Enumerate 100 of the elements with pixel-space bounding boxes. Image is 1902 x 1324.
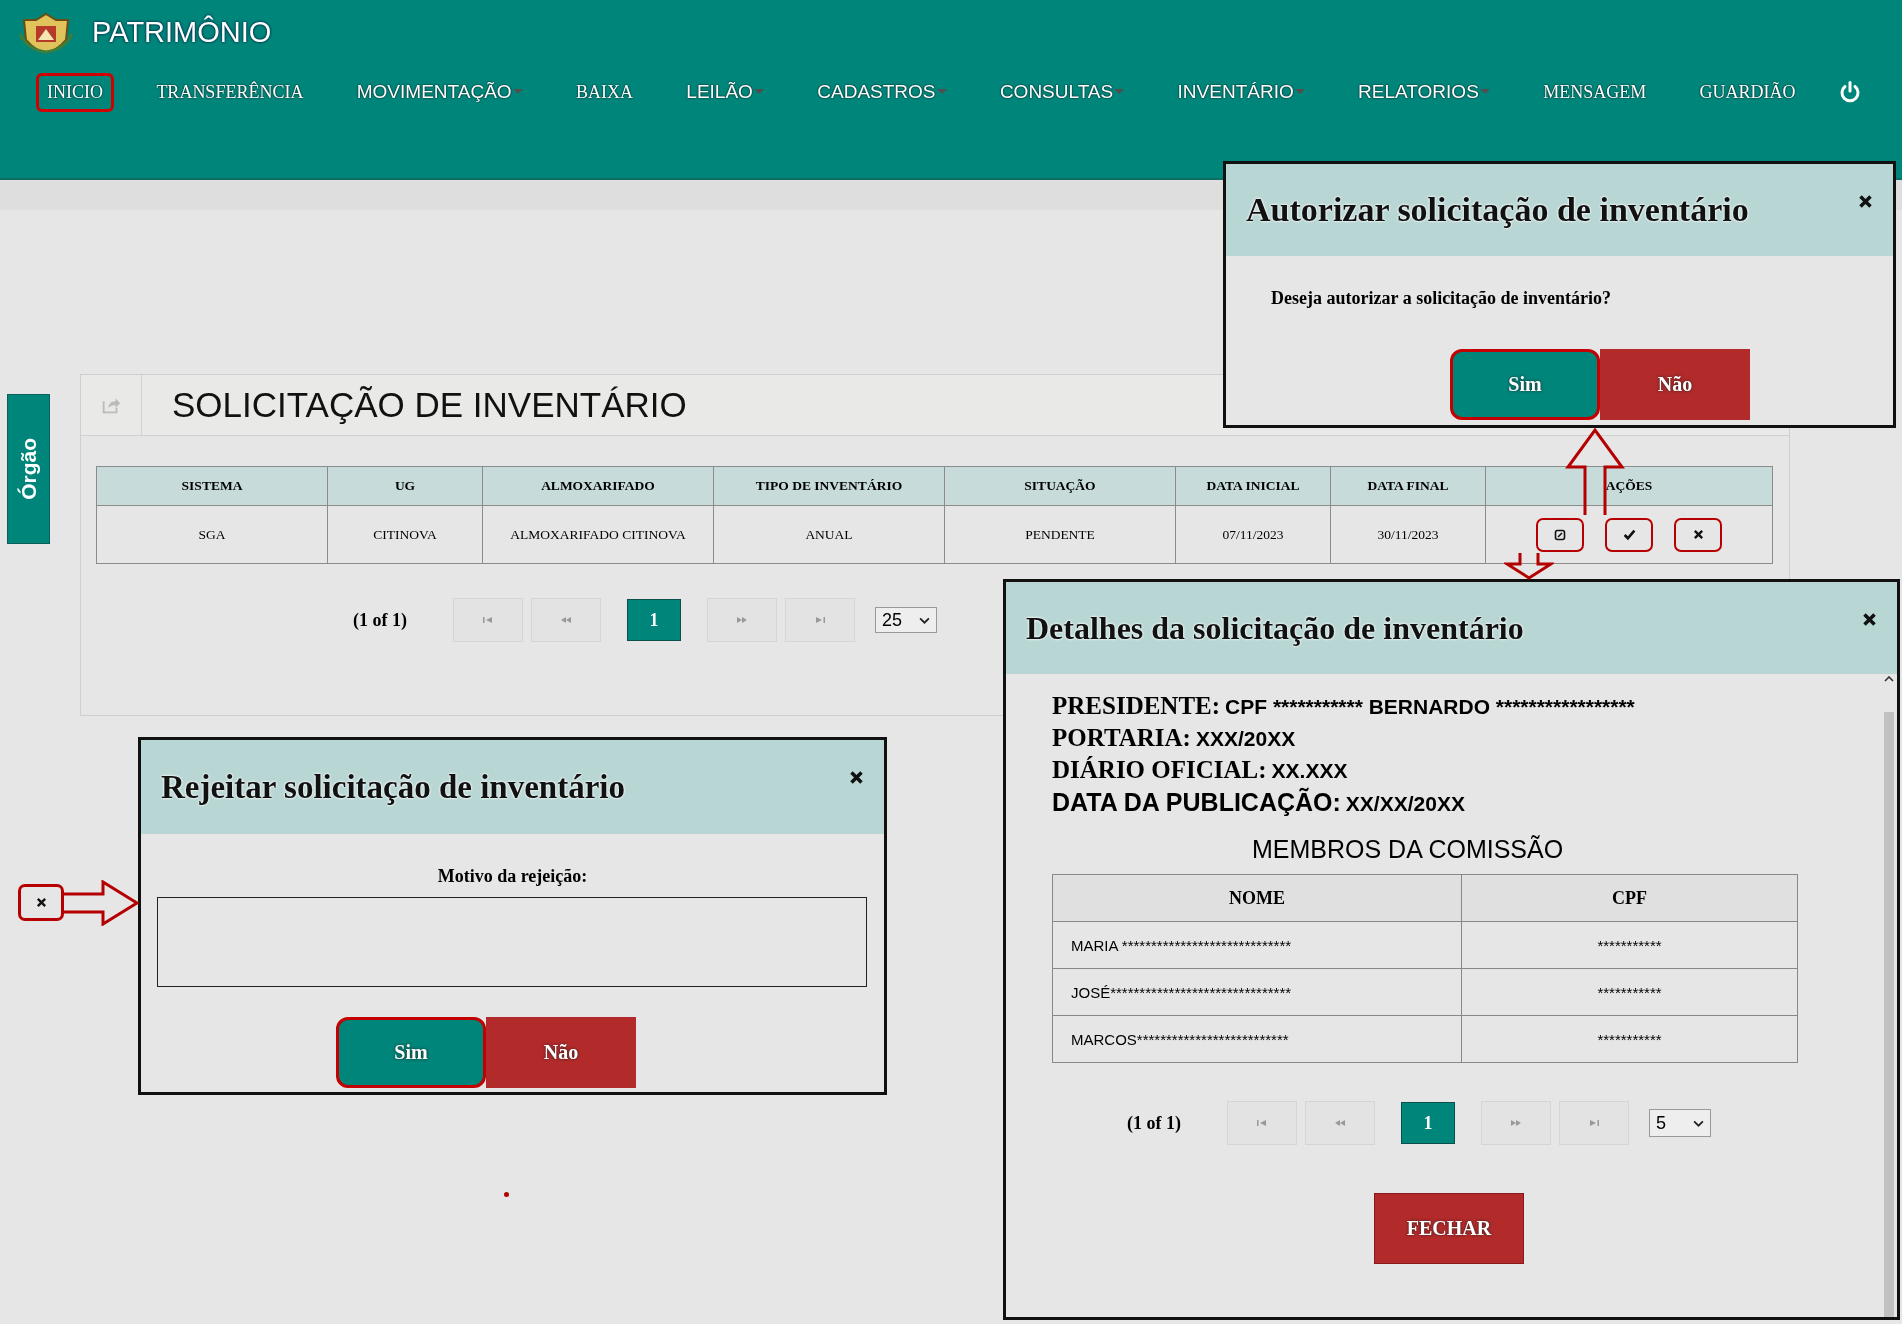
field-label: DIÁRIO OFICIAL: xyxy=(1052,756,1267,784)
nav-link[interactable]: TRANSFERÊNCIA xyxy=(145,72,315,112)
table-cell: *********** xyxy=(1461,921,1798,969)
caret-icon xyxy=(936,89,947,95)
close-icon xyxy=(35,897,47,908)
last-page-icon xyxy=(1588,1119,1600,1127)
field-label: PORTARIA: xyxy=(1052,724,1191,752)
reason-field[interactable] xyxy=(157,897,867,987)
close-icon xyxy=(1692,529,1704,540)
fast-forward-icon xyxy=(1510,1119,1522,1127)
chevron-down-icon xyxy=(919,616,930,624)
side-tab[interactable]: Órgão xyxy=(7,394,50,544)
table-cell: PENDENTE xyxy=(944,505,1176,564)
close-icon[interactable] xyxy=(849,770,864,785)
field-value: XX/XX/20XX xyxy=(1345,792,1465,816)
field-value: CPF *********** BERNARDO ***************** xyxy=(1225,695,1635,719)
section-title: MEMBROS DA COMISSÃO xyxy=(1251,835,1565,864)
chevron-down-icon xyxy=(1693,1119,1704,1127)
dialog-title: Autorizar solicitação de inventário xyxy=(1246,191,1749,229)
nav-link[interactable]: BAIXA xyxy=(564,72,644,112)
column-header: TIPO DE INVENTÁRIO xyxy=(713,466,945,506)
table-cell: MARIA ***************************** xyxy=(1052,921,1462,969)
last-page-button[interactable] xyxy=(785,598,855,642)
close-icon[interactable] xyxy=(1858,194,1873,209)
page-button[interactable]: 1 xyxy=(627,599,681,641)
column-header: AÇÕES xyxy=(1485,466,1773,506)
panel-title: SOLICITAÇÃO DE INVENTÁRIO xyxy=(172,385,687,425)
dialog-title: Rejeitar solicitação de inventário xyxy=(161,768,626,806)
column-header: SITUAÇÃO xyxy=(944,466,1176,506)
confirm-button[interactable]: Sim xyxy=(1450,349,1600,420)
last-page-button[interactable] xyxy=(1559,1101,1629,1145)
first-page-icon xyxy=(482,616,494,624)
table-cell: CITINOVA xyxy=(327,505,483,564)
first-page-icon xyxy=(1256,1119,1268,1127)
column-header: SISTEMA xyxy=(96,466,328,506)
column-header: CPF xyxy=(1461,874,1798,922)
table-cell: *********** xyxy=(1461,1015,1798,1063)
page-button[interactable]: 1 xyxy=(1401,1102,1455,1144)
table-cell: ALMOXARIFADO CITINOVA xyxy=(482,505,714,564)
scrollbar[interactable] xyxy=(1882,676,1895,1317)
crest-logo xyxy=(16,10,76,54)
first-page-button[interactable] xyxy=(453,598,523,642)
last-page-icon xyxy=(814,616,826,624)
rewind-icon xyxy=(1334,1119,1346,1127)
table-cell: ANUAL xyxy=(713,505,945,564)
field-value: XX.XXX xyxy=(1271,759,1348,783)
column-header: DATA INICIAL xyxy=(1175,466,1331,506)
field-label: DATA DA PUBLICAÇÃO: xyxy=(1052,788,1341,817)
nav-link[interactable]: MOVIMENTAÇÃO xyxy=(345,72,534,112)
confirm-button[interactable]: Sim xyxy=(336,1017,486,1088)
close-button[interactable]: FECHAR xyxy=(1374,1193,1524,1264)
dialog-message: Deseja autorizar a solicitação de inventário? xyxy=(1271,288,1613,309)
table-cell: *********** xyxy=(1461,968,1798,1016)
table-cell: SGA xyxy=(96,505,328,564)
fast-forward-icon xyxy=(736,616,748,624)
nav-link[interactable]: GUARDIÃO xyxy=(1688,72,1807,112)
approve-button[interactable] xyxy=(1605,517,1653,552)
caret-icon xyxy=(512,89,523,95)
nav-link[interactable]: LEILÃO xyxy=(675,72,775,112)
field-label: Motivo da rejeição: xyxy=(436,866,589,887)
close-icon[interactable] xyxy=(1862,612,1877,627)
table-cell: 30/11/2023 xyxy=(1330,505,1486,564)
first-page-button[interactable] xyxy=(1227,1101,1297,1145)
nav-link[interactable]: CADASTROS xyxy=(806,72,958,112)
caret-icon xyxy=(1294,89,1305,95)
previous-page-button[interactable] xyxy=(531,598,601,642)
table-cell: MARCOS************************** xyxy=(1052,1015,1462,1063)
edit-button[interactable] xyxy=(1535,517,1584,552)
app-title: PATRIMÔNIO xyxy=(92,15,272,49)
reject-button[interactable] xyxy=(1674,517,1723,552)
nav-link[interactable]: INICIO xyxy=(36,72,114,112)
caret-icon xyxy=(753,89,764,95)
cancel-button[interactable]: Não xyxy=(1600,349,1750,420)
page-summary: (1 of 1) xyxy=(353,609,407,631)
nav-link[interactable]: MENSAGEM xyxy=(1532,72,1658,112)
page-size-select[interactable]: 5 xyxy=(1649,1109,1711,1137)
check-icon xyxy=(1622,528,1636,541)
cancel-button[interactable]: Não xyxy=(486,1017,636,1088)
column-header: ALMOXARIFADO xyxy=(482,466,714,506)
column-header: UG xyxy=(327,466,483,506)
edit-icon xyxy=(1553,528,1566,541)
field-value: XXX/20XX xyxy=(1195,727,1296,751)
next-page-button[interactable] xyxy=(1481,1101,1551,1145)
column-header: NOME xyxy=(1052,874,1462,922)
dialog-title: Detalhes da solicitação de inventário xyxy=(1026,609,1524,647)
caret-icon xyxy=(1114,89,1125,95)
page-size-select[interactable]: 25 xyxy=(875,607,937,633)
column-header: DATA FINAL xyxy=(1330,466,1486,506)
table-cell: 07/11/2023 xyxy=(1175,505,1331,564)
caret-icon xyxy=(1479,89,1490,95)
rewind-icon xyxy=(560,616,572,624)
previous-page-button[interactable] xyxy=(1305,1101,1375,1145)
next-page-button[interactable] xyxy=(707,598,777,642)
field-label: PRESIDENTE: xyxy=(1052,692,1221,720)
nav-link[interactable]: CONSULTAS xyxy=(988,72,1136,112)
nav-link[interactable]: INVENTÁRIO xyxy=(1166,72,1316,112)
dot xyxy=(504,1192,509,1197)
scroll-up-icon[interactable] xyxy=(1883,676,1894,682)
table-cell: JOSÉ******************************* xyxy=(1052,968,1462,1016)
nav-link[interactable]: RELATORIOS xyxy=(1347,72,1501,112)
